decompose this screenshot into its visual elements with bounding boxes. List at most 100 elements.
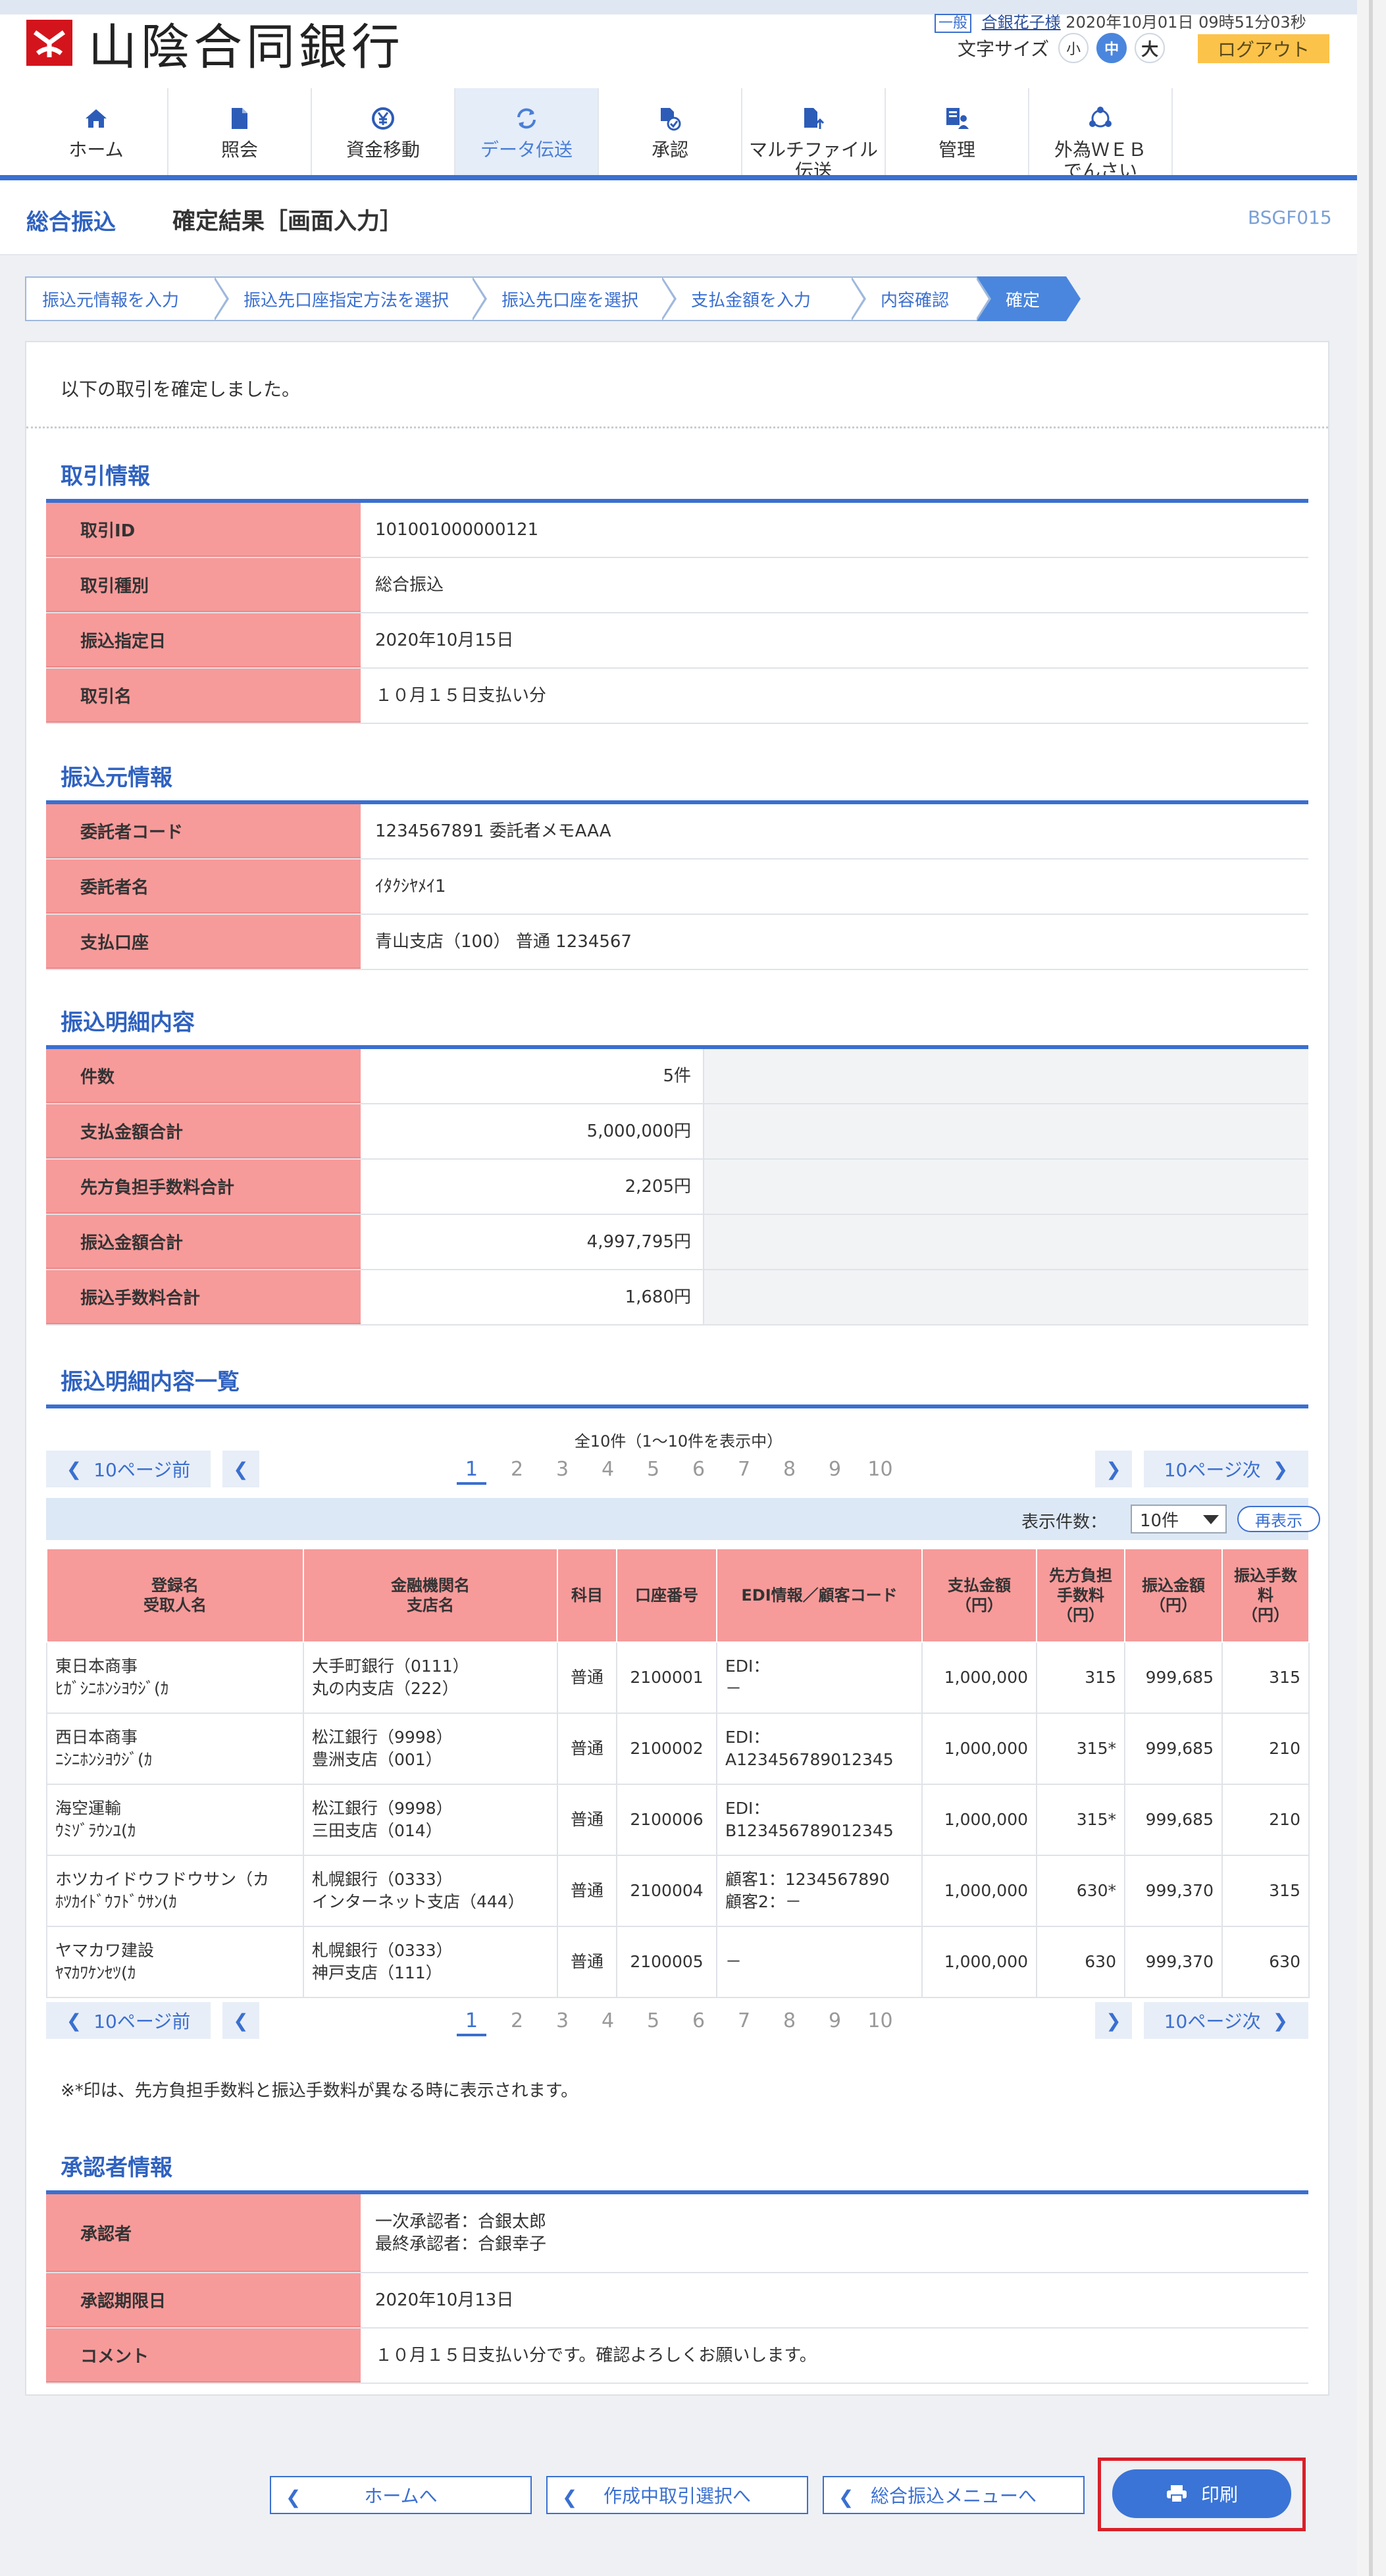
print-button[interactable]: 印刷 (1112, 2469, 1291, 2518)
nav-data-transmission[interactable]: データ伝送 (455, 88, 599, 177)
page-3[interactable]: 3 (540, 1451, 585, 1487)
col-header: 振込手数 料 （円） (1221, 1548, 1310, 1643)
scrollbar-track[interactable] (1369, 0, 1373, 2576)
kv-key: コメント (46, 2329, 361, 2383)
user-name-link[interactable]: 合銀花子様 (982, 13, 1061, 32)
nav-management[interactable]: 管理 (886, 88, 1029, 177)
next-page-button[interactable]: ❯ (1095, 2002, 1132, 2039)
global-nav: ホーム 照会 資金移動 データ伝送 承認 マルチファイル 伝送 管理 外為ＷＥＢ… (25, 88, 1173, 182)
page-3[interactable]: 3 (540, 2002, 585, 2039)
in-progress-button[interactable]: ❮ 作成中取引選択へ (546, 2476, 808, 2514)
cell-transfer-fee: 210 (1221, 1784, 1310, 1856)
nav-foreign-web-densai[interactable]: 外為ＷＥＢ でんさい (1029, 88, 1173, 182)
page-10[interactable]: 10 (858, 1451, 903, 1487)
next-10-pages-button[interactable]: 10ページ次 ❯ (1144, 2002, 1308, 2039)
prev-10-pages-button[interactable]: ❮ 10ページ前 (46, 2002, 211, 2039)
empty-cell (704, 1160, 1308, 1214)
cell-payee: ヤマカワ建設 ﾔﾏｶﾜｹﾝｾﾂ(ｶ (46, 1926, 304, 1998)
prev-10-pages-button[interactable]: ❮ 10ページ前 (46, 1451, 211, 1487)
cell-edi: EDI： A123456789012345 (716, 1713, 923, 1785)
kv-row: 件数 5件 (46, 1049, 1308, 1104)
step-label: 振込元情報を入力 (42, 290, 180, 311)
page-2[interactable]: 2 (494, 2002, 540, 2039)
page-6[interactable]: 6 (676, 2002, 721, 2039)
yen-transfer-icon (370, 105, 396, 132)
step-label: 振込先口座を選択 (501, 290, 639, 311)
kv-row: 委託者名 ｲﾀｸｼﾔﾒｲ1 (46, 860, 1308, 915)
page-1[interactable]: 1 (449, 2002, 494, 2039)
page-6[interactable]: 6 (676, 1451, 721, 1487)
approve-document-icon (657, 105, 683, 132)
prev-page-button[interactable]: ❮ (222, 1451, 259, 1487)
chevron-left-icon: ❮ (66, 1458, 82, 1480)
empty-cell (704, 1215, 1308, 1269)
page-9[interactable]: 9 (812, 2002, 858, 2039)
display-count-select[interactable]: 10件 (1131, 1505, 1227, 1533)
page-5[interactable]: 5 (630, 2002, 676, 2039)
table-row: 西日本商事 ﾆｼﾆﾎﾝｼﾖｳｼﾞ(ｶ 松江銀行（9998） 豊洲支店（001） … (46, 1713, 1310, 1785)
transaction-table: 取引ID 101001000000121 取引種別 総合振込 振込指定日 2020年1… (46, 503, 1308, 724)
document-icon (226, 105, 253, 132)
prev-page-button[interactable]: ❮ (222, 2002, 259, 2039)
kv-row: 承認者 一次承認者：合銀太郎 最終承認者：合銀幸子 (46, 2194, 1308, 2273)
font-size-large-button[interactable]: 大 (1135, 33, 1166, 63)
chevron-right-icon: ❯ (1106, 2009, 1121, 2032)
page-4[interactable]: 4 (585, 2002, 630, 2039)
cell-payee: 東日本商事 ﾋｶﾞｼﾆﾎﾝｼﾖｳｼﾞ(ｶ (46, 1641, 304, 1714)
page-1[interactable]: 1 (449, 1451, 494, 1487)
next-page-button[interactable]: ❯ (1095, 1451, 1132, 1487)
divider (26, 426, 1328, 428)
font-size-medium-button[interactable]: 中 (1096, 33, 1127, 63)
kv-value: 101001000000121 (375, 520, 539, 540)
col-header: 金融機関名 支店名 (303, 1548, 558, 1643)
nav-approval[interactable]: 承認 (599, 88, 742, 177)
cell-edi: EDI： － (716, 1641, 923, 1714)
col-header: 振込金額 （円） (1124, 1548, 1223, 1643)
step-label: 支払金額を入力 (691, 290, 811, 311)
page-9[interactable]: 9 (812, 1451, 858, 1487)
bank-logo[interactable]: 山陰合同銀行 (26, 14, 404, 76)
vertical-scrollbar[interactable] (1357, 0, 1386, 2576)
cell-recipient-fee: 630* (1036, 1855, 1125, 1927)
kv-key: 承認者 (46, 2194, 361, 2272)
display-count-label: 表示件数： (1021, 1512, 1108, 1532)
page-7[interactable]: 7 (721, 2002, 767, 2039)
page-4[interactable]: 4 (585, 1451, 630, 1487)
nav-multi-file[interactable]: マルチファイル 伝送 (742, 88, 886, 182)
font-size-small-button[interactable]: 小 (1058, 33, 1089, 63)
next-10-pages-button[interactable]: 10ページ次 ❯ (1144, 1451, 1308, 1487)
cell-transfer-fee: 210 (1221, 1713, 1310, 1785)
redisplay-button[interactable]: 再表示 (1237, 1506, 1320, 1532)
kv-row: 振込金額合計 4,997,795円 (46, 1215, 1308, 1270)
empty-cell (704, 1104, 1308, 1158)
nav-home[interactable]: ホーム (25, 88, 168, 177)
menu-button-label: 総合振込メニューへ (870, 2485, 1037, 2507)
chevron-left-icon: ❮ (66, 2009, 82, 2032)
page-8[interactable]: 8 (767, 1451, 812, 1487)
chevron-left-icon: ❮ (233, 1458, 249, 1480)
kv-value: 総合振込 (375, 575, 444, 595)
cell-account-number: 2100005 (616, 1926, 717, 1998)
kv-value: 青山支店（100） 普通 1234567 (375, 932, 632, 952)
page-7[interactable]: 7 (721, 1451, 767, 1487)
login-time: 2020年10月01日 09時51分03秒 (1065, 13, 1306, 32)
cell-account-type: 普通 (557, 1641, 617, 1714)
kv-row: 振込手数料合計 1,680円 (46, 1270, 1308, 1326)
page-10[interactable]: 10 (858, 2002, 903, 2039)
chevron-right-icon: ❯ (1272, 2009, 1289, 2032)
nav-inquiry[interactable]: 照会 (168, 88, 312, 177)
home-button[interactable]: ❮ ホームへ (270, 2476, 532, 2514)
kv-row: 取引名 １０月１５日支払い分 (46, 669, 1308, 724)
nav-fund-transfer[interactable]: 資金移動 (312, 88, 455, 177)
page-5[interactable]: 5 (630, 1451, 676, 1487)
font-size-switcher: 文字サイズ 小 中 大 (958, 33, 1173, 63)
cell-bank: 札幌銀行（0333） インターネット支店（444） (303, 1855, 558, 1927)
next-10-label: 10ページ次 (1164, 2011, 1261, 2032)
menu-button[interactable]: ❮ 総合振込メニューへ (823, 2476, 1085, 2514)
nav-label: 照会 (220, 139, 258, 161)
cell-payment: 1,000,000 (921, 1713, 1037, 1785)
logout-button[interactable]: ログアウト (1198, 34, 1329, 63)
cell-edi: － (716, 1926, 923, 1998)
page-8[interactable]: 8 (767, 2002, 812, 2039)
page-2[interactable]: 2 (494, 1451, 540, 1487)
